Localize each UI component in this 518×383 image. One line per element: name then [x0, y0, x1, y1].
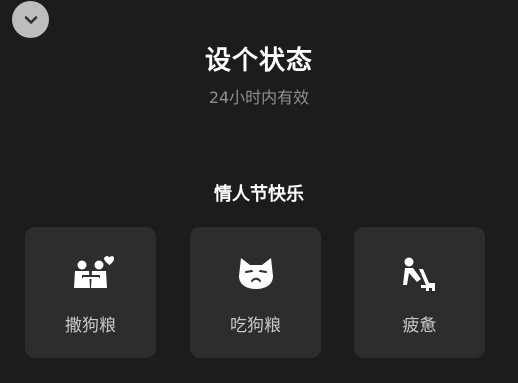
status-card-grumpy[interactable]: 吃狗粮	[190, 227, 321, 358]
status-card-tired[interactable]: 疲惫	[354, 227, 485, 358]
status-label: 疲惫	[402, 316, 437, 336]
tired-person-icon	[402, 257, 435, 291]
status-card-couple[interactable]: 撒狗粮	[25, 227, 156, 358]
section-title: 情人节快乐	[214, 184, 304, 205]
couple-hug-icon	[73, 256, 114, 288]
status-label: 吃狗粮	[230, 316, 281, 336]
validity-subtitle: 24小时内有效	[208, 88, 310, 107]
status-label: 撒狗粮	[65, 316, 116, 336]
grumpy-cat-icon	[238, 258, 273, 289]
page-title: 设个状态	[204, 46, 313, 76]
collapse-button[interactable]	[12, 1, 49, 38]
chevron-down-icon	[24, 15, 37, 24]
